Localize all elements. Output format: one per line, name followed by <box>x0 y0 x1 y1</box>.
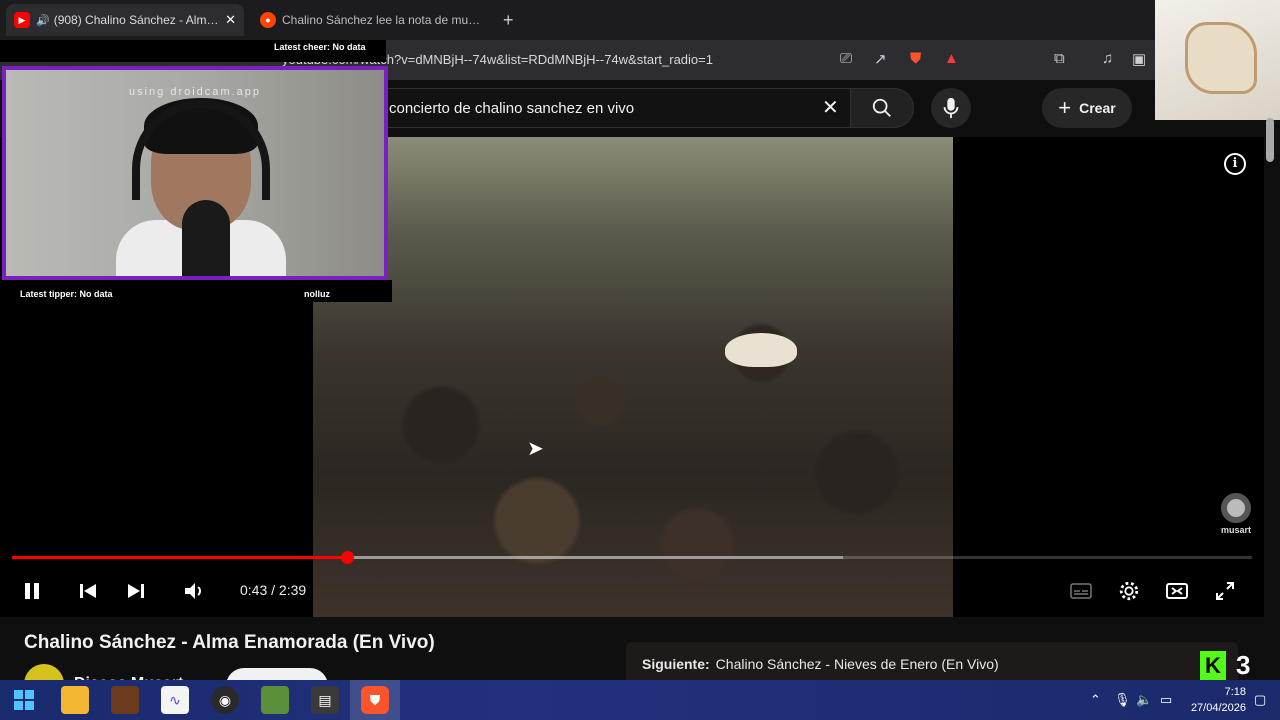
tray-network-icon[interactable]: ▭ <box>1160 692 1172 708</box>
fullscreen-button[interactable] <box>1209 577 1241 605</box>
brave-shield-icon[interactable]: ⛊ <box>910 50 921 67</box>
screenshot-icon[interactable]: ⧉ <box>1054 50 1065 67</box>
up-next-title: Chalino Sánchez - Nieves de Enero (En Vi… <box>715 656 999 672</box>
streamer-nick: nolluz <box>304 289 330 299</box>
sidebar-icon[interactable]: ▣ <box>1132 50 1146 68</box>
volume-icon <box>185 583 201 599</box>
microphone <box>182 200 230 276</box>
kick-count: 3 <box>1236 650 1251 680</box>
info-icon[interactable]: i <box>1224 153 1246 175</box>
mouse-cursor-icon: ➤ <box>527 438 544 460</box>
screen: ▶ 🔊 (908) Chalino Sánchez - Alma Enamora… <box>0 0 1280 720</box>
played-bar <box>12 556 347 559</box>
bread-sculpture <box>1185 22 1257 94</box>
previous-button[interactable] <box>72 577 104 605</box>
settings-button[interactable] <box>1113 577 1145 605</box>
scrubber-handle[interactable] <box>340 551 354 564</box>
create-button[interactable]: + Crear <box>1042 88 1132 128</box>
share-icon[interactable]: ↗ <box>874 50 887 68</box>
latest-cheer-label: Latest cheer: No data <box>274 42 366 52</box>
droidcam-label: using droidcam.app <box>128 86 261 98</box>
file-explorer-icon[interactable] <box>61 686 89 714</box>
up-next-label: Siguiente: <box>642 656 710 672</box>
tab-youtube[interactable]: ▶ 🔊 (908) Chalino Sánchez - Alma Enamora… <box>6 4 244 36</box>
video-frame <box>313 137 953 617</box>
youtube-favicon-icon: ▶ <box>14 12 30 28</box>
tray-mic-icon[interactable]: 🎙 <box>1114 692 1131 708</box>
theater-icon <box>1166 583 1188 599</box>
search-icon <box>872 98 891 117</box>
voice-search-button[interactable] <box>931 88 971 128</box>
cast-icon[interactable]: ⎚ <box>840 50 852 67</box>
tray-volume-icon[interactable]: 🔈 <box>1136 692 1152 708</box>
clock-date: 27/04/2026 <box>1190 702 1246 714</box>
volume-button[interactable] <box>178 577 210 605</box>
taskbar-clock[interactable]: 7:18 27/04/2026 <box>1186 684 1246 716</box>
start-button[interactable] <box>10 686 38 714</box>
skip-next-icon <box>128 584 144 598</box>
fullscreen-icon <box>1216 582 1234 600</box>
windows-icon <box>14 690 34 710</box>
close-tab-icon[interactable]: ✕ <box>225 12 236 28</box>
corner-overlay-image <box>1155 0 1280 120</box>
hat-in-video <box>725 333 797 367</box>
notifications-icon[interactable]: ▢ <box>1254 692 1266 708</box>
streaming-app-icon[interactable]: ∿ <box>161 686 189 714</box>
tab-reddit[interactable]: ● Chalino Sánchez lee la nota de muerte <box>252 4 492 36</box>
channel-watermark[interactable]: musart <box>1218 493 1254 535</box>
obs-icon[interactable]: ◉ <box>211 686 239 714</box>
skip-previous-icon <box>80 584 96 598</box>
kick-logo-icon: K <box>1200 651 1226 681</box>
tab-title: Chalino Sánchez lee la nota de muerte <box>282 13 484 27</box>
tab-title: (908) Chalino Sánchez - Alma Enamorada (… <box>53 13 219 27</box>
latest-tipper-label: Latest tipper: No data <box>20 289 113 299</box>
subtitles-button[interactable] <box>1065 577 1097 605</box>
media-app-icon[interactable]: ▤ <box>311 686 339 714</box>
webcam-overlay: Latest cheer: No data using droidcam.app… <box>0 40 392 302</box>
time-display: 0:43 / 2:39 <box>240 582 307 598</box>
watermark-label: musart <box>1220 525 1251 535</box>
clock-time: 7:18 <box>1224 686 1246 698</box>
progress-bar[interactable] <box>12 551 1252 564</box>
page-scrollbar[interactable] <box>1266 118 1274 162</box>
gear-icon <box>1119 581 1139 601</box>
theater-mode-button[interactable] <box>1161 577 1193 605</box>
new-tab-button[interactable]: + <box>503 10 514 31</box>
tray-chevron-icon[interactable]: ⌃ <box>1090 692 1101 708</box>
webcam-frame: using droidcam.app <box>2 66 388 280</box>
speaker-icon[interactable]: 🔊 <box>36 14 50 27</box>
taskbar: ∿ ◉ ▤ ⛊ ⌃ 🎙 🔈 ▭ ▢ <box>0 680 1280 720</box>
search-button[interactable] <box>850 88 914 128</box>
search-input[interactable]: concierto de chalino sanchez en vivo <box>370 88 850 128</box>
video-title: Chalino Sánchez - Alma Enamorada (En Viv… <box>24 632 435 653</box>
create-label: Crear <box>1079 100 1116 116</box>
minecraft-icon[interactable] <box>261 686 289 714</box>
next-button[interactable] <box>120 577 152 605</box>
search-query: concierto de chalino sanchez en vivo <box>389 100 635 117</box>
game-app-icon[interactable] <box>111 686 139 714</box>
music-icon[interactable]: ♫ <box>1102 50 1113 67</box>
pause-button[interactable] <box>16 577 48 605</box>
plus-icon: + <box>1058 95 1072 120</box>
brave-browser-icon[interactable]: ⛊ <box>361 686 389 714</box>
subtitles-icon <box>1070 583 1092 599</box>
clear-search-icon[interactable]: ✕ <box>822 95 839 120</box>
rewards-icon[interactable]: ▲ <box>944 50 959 67</box>
browser-tab-strip: ▶ 🔊 (908) Chalino Sánchez - Alma Enamora… <box>0 0 1280 40</box>
reddit-favicon-icon: ● <box>260 12 276 28</box>
record-icon <box>1221 493 1251 523</box>
pause-icon <box>25 583 39 599</box>
microphone-icon <box>943 97 959 119</box>
